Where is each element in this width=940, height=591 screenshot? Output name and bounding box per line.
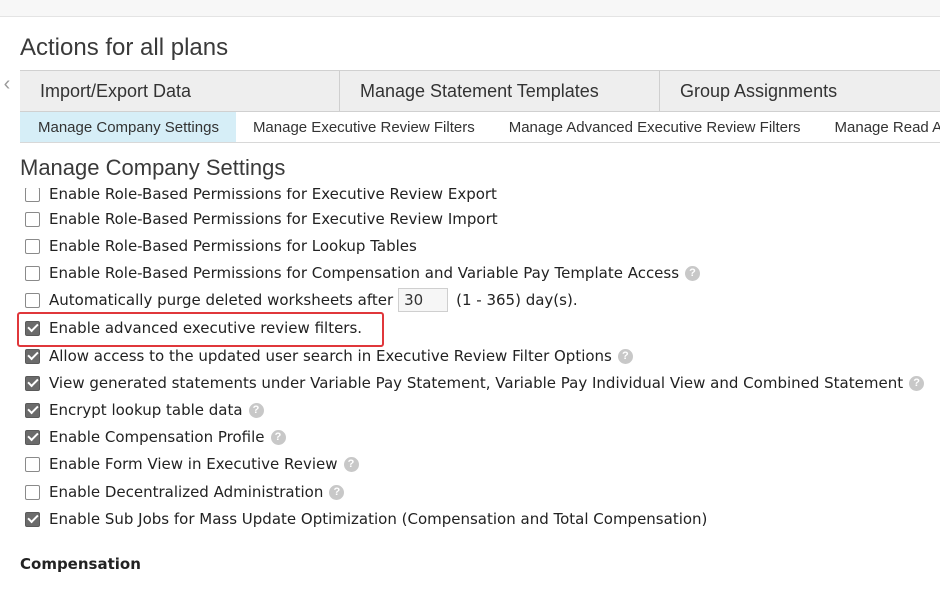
setting-row: Encrypt lookup table data ?	[25, 400, 264, 420]
chevron-left-icon[interactable]: ‹	[0, 72, 14, 96]
checkbox[interactable]	[25, 211, 40, 227]
setting-row: Enable Compensation Profile ?	[25, 427, 286, 447]
setting-label: Enable Role-Based Permissions for Execut…	[49, 210, 498, 228]
setting-suffix: (1 - 365) day(s).	[456, 291, 578, 309]
checkbox[interactable]	[25, 484, 40, 500]
help-icon[interactable]: ?	[685, 265, 701, 281]
checkbox[interactable]	[25, 456, 40, 472]
subtab-manage-advanced-executive-review-filters[interactable]: Manage Advanced Executive Review Filters	[492, 112, 818, 142]
setting-row-highlighted: Enable advanced executive review filters…	[25, 318, 362, 338]
subtab-manage-company-settings[interactable]: Manage Company Settings	[20, 112, 236, 142]
setting-label: Enable Role-Based Permissions for Execut…	[49, 188, 497, 203]
settings-list: Enable Role-Based Permissions for Execut…	[0, 188, 940, 533]
help-icon[interactable]: ?	[909, 375, 925, 391]
sub-tab-bar: Manage Company Settings Manage Executive…	[20, 112, 940, 143]
setting-row: Enable Role-Based Permissions for Execut…	[25, 188, 497, 204]
compensation-heading: Compensation	[20, 555, 141, 573]
setting-row: Enable Role-Based Permissions for Compen…	[25, 263, 701, 283]
checkbox[interactable]	[25, 265, 40, 281]
setting-label: Enable Role-Based Permissions for Lookup…	[49, 237, 417, 255]
help-icon[interactable]: ?	[248, 402, 264, 418]
checkbox[interactable]	[25, 429, 40, 445]
setting-label: Enable Compensation Profile	[49, 428, 265, 446]
setting-row: Enable Role-Based Permissions for Lookup…	[25, 236, 417, 256]
top-bar	[0, 0, 940, 17]
help-icon[interactable]: ?	[329, 484, 345, 500]
setting-row: Enable Sub Jobs for Mass Update Optimiza…	[25, 509, 707, 529]
setting-label: Allow access to the updated user search …	[49, 347, 612, 365]
purge-days-input[interactable]	[398, 288, 449, 312]
setting-label: Enable Role-Based Permissions for Compen…	[49, 264, 680, 282]
help-icon[interactable]: ?	[343, 456, 359, 472]
checkbox[interactable]	[25, 292, 40, 308]
page-title: Actions for all plans	[20, 34, 229, 61]
tab-group-assignments[interactable]: Group Assignments	[660, 71, 940, 111]
checkbox[interactable]	[25, 188, 40, 202]
subtab-manage-read-access[interactable]: Manage Read Access	[818, 112, 940, 142]
setting-label: Enable Decentralized Administration	[49, 483, 324, 501]
setting-label: Encrypt lookup table data	[49, 401, 243, 419]
section-title: Manage Company Settings	[20, 155, 286, 180]
help-icon[interactable]: ?	[617, 348, 633, 364]
setting-label: Automatically purge deleted worksheets a…	[49, 291, 394, 309]
checkbox[interactable]	[25, 511, 40, 527]
tab-import-export-data[interactable]: Import/Export Data	[20, 71, 340, 111]
setting-row: Automatically purge deleted worksheets a…	[25, 288, 578, 312]
checkbox[interactable]	[25, 375, 40, 391]
setting-label: View generated statements under Variable…	[49, 374, 904, 392]
setting-row: Enable Role-Based Permissions for Execut…	[25, 209, 498, 229]
setting-row: Enable Decentralized Administration ?	[25, 482, 345, 502]
setting-label: Enable advanced executive review filters…	[49, 319, 363, 337]
checkbox[interactable]	[25, 348, 40, 364]
help-icon[interactable]: ?	[270, 429, 286, 445]
checkbox[interactable]	[25, 320, 40, 336]
subtab-manage-executive-review-filters[interactable]: Manage Executive Review Filters	[236, 112, 492, 142]
main-tab-bar: Import/Export Data Manage Statement Temp…	[20, 70, 940, 112]
tab-manage-statement-templates[interactable]: Manage Statement Templates	[340, 71, 660, 111]
setting-row: Allow access to the updated user search …	[25, 346, 633, 366]
setting-label: Enable Form View in Executive Review	[49, 455, 338, 473]
checkbox[interactable]	[25, 238, 40, 254]
setting-row: View generated statements under Variable…	[25, 373, 925, 393]
setting-row: Enable Form View in Executive Review ?	[25, 454, 359, 474]
checkbox[interactable]	[25, 402, 40, 418]
setting-label: Enable Sub Jobs for Mass Update Optimiza…	[49, 510, 708, 528]
